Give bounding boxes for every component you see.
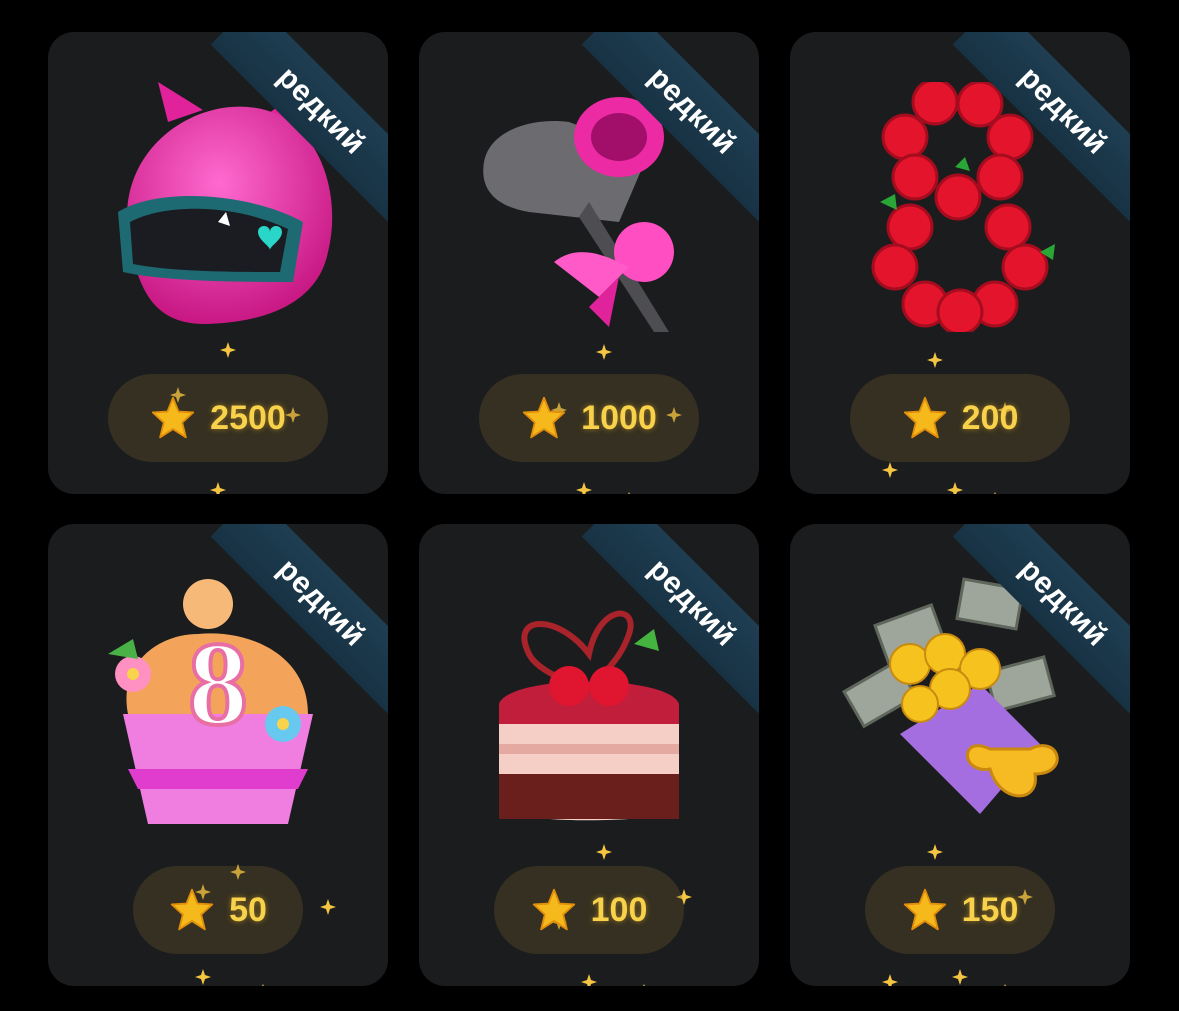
star-icon — [523, 396, 566, 439]
gift-card-hair-dryer[interactable]: редкий 1000 — [419, 32, 759, 494]
price-pill[interactable]: 100 — [494, 866, 684, 954]
price-amount: 2500 — [210, 398, 286, 437]
star-icon — [903, 396, 946, 439]
star-icon — [170, 888, 214, 931]
price-amount: 1000 — [581, 398, 657, 437]
price-pill[interactable]: 50 — [133, 866, 303, 954]
gift-grid: редкий 2500 редкий 1000 редкий 200 8 ред… — [0, 0, 1179, 1011]
star-icon — [903, 888, 946, 931]
price-amount: 150 — [961, 890, 1019, 929]
price-pill[interactable]: 150 — [865, 866, 1055, 954]
star-icon — [152, 396, 195, 439]
gift-card-cherry-cake[interactable]: редкий 100 — [419, 524, 759, 986]
price-amount: 100 — [590, 890, 648, 929]
price-amount: 50 — [229, 890, 267, 929]
star-icon — [532, 888, 575, 931]
svg-text:8: 8 — [188, 617, 248, 750]
gift-card-cupcake[interactable]: 8 редкий 50 — [48, 524, 388, 986]
gift-card-roses-eight[interactable]: редкий 200 — [790, 32, 1130, 494]
price-amount: 200 — [961, 398, 1019, 437]
price-pill[interactable]: 1000 — [479, 374, 699, 462]
gift-card-helmet[interactable]: редкий 2500 — [48, 32, 388, 494]
price-pill[interactable]: 2500 — [108, 374, 328, 462]
price-pill[interactable]: 200 — [850, 374, 1070, 462]
gift-card-money-bouquet[interactable]: редкий 150 — [790, 524, 1130, 986]
